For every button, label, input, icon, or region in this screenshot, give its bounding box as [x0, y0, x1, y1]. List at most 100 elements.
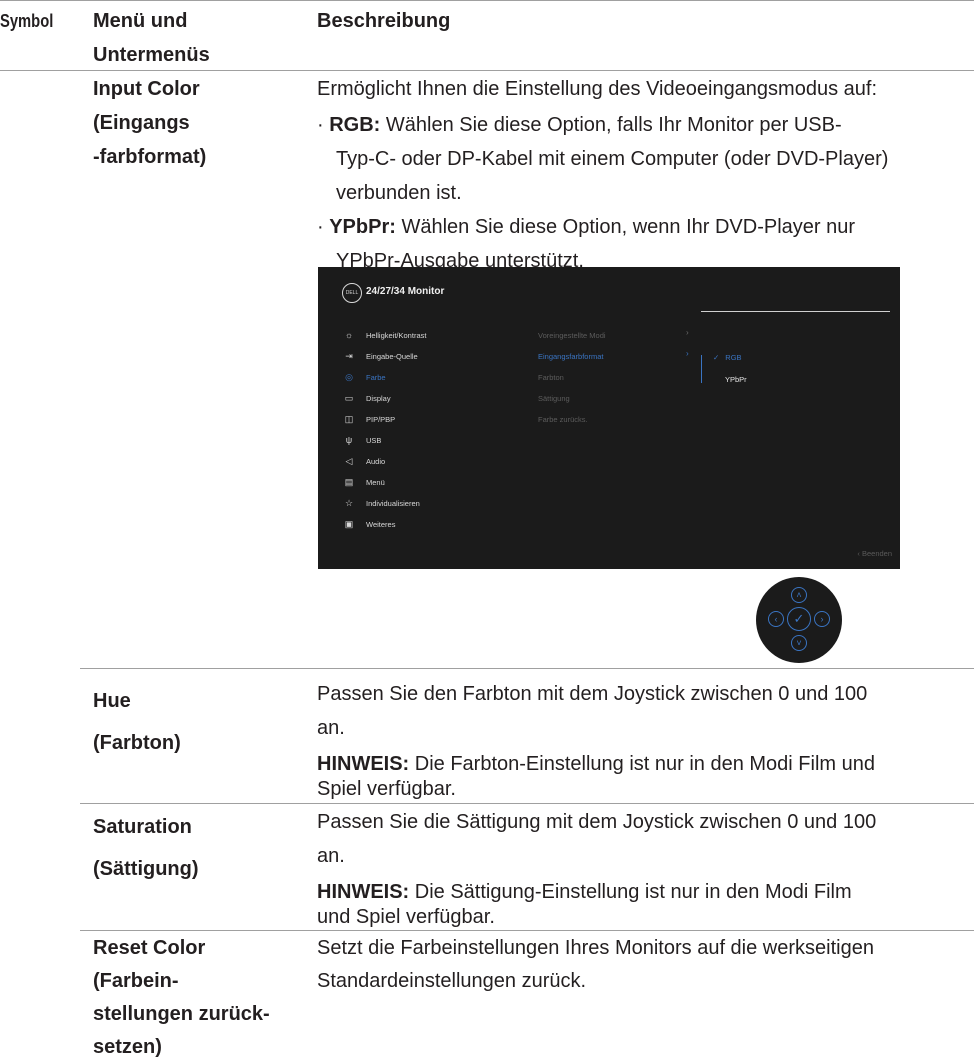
osd-item-label: PIP/PBP: [366, 414, 396, 424]
saturation-title: Saturation (Sättigung): [93, 806, 308, 890]
pip-icon: ◫: [344, 413, 354, 424]
bullet-rgb-label: RGB:: [329, 114, 381, 136]
osd-title: 24/27/34 Monitor: [366, 286, 445, 297]
osd-sub-saturation[interactable]: Sättigung: [538, 388, 570, 408]
osd-item-menu[interactable]: ▤ Menü: [342, 472, 385, 492]
reset-color-desc-line2: Standardeinstellungen zurück.: [317, 970, 587, 992]
reset-color-desc-line1: Setzt die Farbeinstellungen Ihres Monito…: [317, 937, 874, 959]
osd-item-label: USB: [366, 435, 382, 445]
joystick-right-icon: ›: [814, 611, 830, 627]
hue-title: Hue (Farbton): [93, 680, 308, 764]
chevron-right-icon: ›: [686, 349, 689, 358]
osd-item-color[interactable]: ◎ Farbe: [342, 367, 386, 387]
joystick-illustration: ˄ ‹ ✓ › ˅: [756, 577, 842, 663]
hue-desc-line1: Passen Sie den Farbton mit dem Joystick …: [317, 683, 868, 705]
osd-selection-bar: [701, 355, 702, 383]
saturation-title-line1: Saturation: [93, 816, 192, 838]
header-menu-line2: Untermenüs: [93, 44, 210, 66]
row-divider: [80, 930, 974, 931]
bullet-ypbpr: · YPbPr: Wählen Sie diese Option, wenn I…: [317, 210, 967, 244]
osd-item-label: Weiteres: [366, 519, 396, 529]
osd-item-others[interactable]: ▣ Weiteres: [342, 514, 396, 534]
osd-item-label: Display: [366, 393, 391, 403]
bullet-ypbpr-line1: Wählen Sie diese Option, wenn Ihr DVD-Pl…: [395, 216, 856, 238]
bullet-dot: ·: [317, 216, 330, 238]
star-icon: ☆: [344, 497, 354, 508]
osd-item-label: Farbe: [366, 372, 386, 382]
reset-color-title-line3: stellungen zurück-: [93, 1003, 270, 1025]
hue-title-line2: (Farbton): [93, 732, 181, 754]
saturation-note-line1: Die Sättigung-Einstellung ist nur in den…: [409, 881, 852, 903]
osd-exit-label: Beenden: [861, 549, 892, 558]
bullet-rgb-line2: Typ-C- oder DP-Kabel mit einem Computer …: [336, 148, 889, 170]
menu-icon: ▤: [344, 476, 354, 487]
osd-option-label: RGB: [725, 352, 742, 362]
osd-sub-reset-color[interactable]: Farbe zurücks.: [538, 409, 588, 429]
header-symbol: Symbol: [0, 11, 54, 31]
input-color-title: Input Color (Eingangs -farbformat): [93, 72, 308, 174]
saturation-desc-line2: an.: [317, 845, 345, 867]
osd-item-pip[interactable]: ◫ PIP/PBP: [342, 409, 395, 429]
osd-item-label: Menü: [366, 477, 385, 487]
input-color-description: Ermöglicht Ihnen die Einstellung des Vid…: [317, 72, 967, 278]
reset-color-title-line4: setzen): [93, 1036, 162, 1058]
joystick-center-icon: ✓: [787, 607, 811, 631]
hue-note-label: HINWEIS:: [317, 753, 410, 775]
hue-title-line1: Hue: [93, 690, 131, 712]
osd-item-audio[interactable]: ◁ Audio: [342, 451, 386, 471]
reset-color-title: Reset Color (Farbein- stellungen zurück-…: [93, 932, 323, 1064]
usb-icon: ψ: [345, 435, 353, 445]
input-source-icon: ⇥: [345, 350, 353, 361]
osd-menu-screenshot: DELL 24/27/34 Monitor ☼ Helligkeit/Kontra…: [318, 267, 900, 569]
saturation-note-label: HINWEIS:: [317, 881, 410, 903]
reset-color-title-line2: (Farbein-: [93, 970, 179, 992]
hue-note-line2: Spiel verfügbar.: [317, 778, 456, 800]
header-bottom-border: [0, 70, 974, 71]
saturation-desc-line1: Passen Sie die Sättigung mit dem Joystic…: [317, 811, 877, 833]
info-icon: ▣: [344, 518, 354, 529]
hue-note-line1: Die Farbton-Einstellung ist nur in den M…: [409, 753, 875, 775]
bullet-rgb: · RGB: Wählen Sie diese Option, falls Ih…: [317, 108, 967, 142]
osd-item-display[interactable]: ▭ Display: [342, 388, 391, 408]
osd-sub-hue[interactable]: Farbton: [538, 367, 564, 387]
osd-option-ypbpr[interactable]: YPbPr: [725, 369, 747, 389]
speaker-icon: ◁: [345, 455, 353, 466]
bullet-ypbpr-label: YPbPr:: [329, 216, 396, 238]
input-color-title-line1: Input Color: [93, 78, 200, 100]
osd-item-personalize[interactable]: ☆ Individualisieren: [342, 493, 420, 513]
osd-item-input-source[interactable]: ⇥ Eingabe-Quelle: [342, 346, 418, 366]
osd-item-brightness[interactable]: ☼ Helligkeit/Kontrast: [342, 325, 427, 345]
row-divider: [80, 668, 974, 669]
osd-item-label: Individualisieren: [366, 498, 420, 508]
osd-sub-preset-modes[interactable]: Voreingestellte Modi: [538, 325, 606, 345]
header-menu-line1: Menü und: [93, 10, 188, 32]
chevron-right-icon: ›: [686, 328, 689, 337]
reset-color-title-line1: Reset Color: [93, 937, 206, 959]
saturation-description: Passen Sie die Sättigung mit dem Joystic…: [317, 805, 967, 929]
osd-item-label: Eingabe-Quelle: [366, 351, 418, 361]
row-divider: [80, 803, 974, 804]
osd-exit[interactable]: ‹ Beenden: [857, 549, 892, 558]
hue-desc-line2: an.: [317, 717, 345, 739]
sun-icon: ☼: [344, 330, 354, 340]
saturation-note: HINWEIS: Die Sättigung-Einstellung ist n…: [317, 879, 967, 905]
input-color-title-line2: (Eingangs: [93, 112, 190, 134]
header-menu: Menü und Untermenüs: [93, 4, 210, 72]
hue-note: HINWEIS: Die Farbton-Einstellung ist nur…: [317, 751, 967, 777]
osd-option-label: YPbPr: [725, 374, 747, 384]
monitor-icon: ▭: [344, 392, 354, 403]
bullet-rgb-line3: verbunden ist.: [336, 182, 462, 204]
saturation-title-line2: (Sättigung): [93, 858, 199, 880]
osd-option-rgb[interactable]: ✓ RGB: [713, 347, 742, 367]
osd-item-usb[interactable]: ψ USB: [342, 430, 382, 450]
osd-item-label: Helligkeit/Kontrast: [366, 330, 427, 340]
hue-description: Passen Sie den Farbton mit dem Joystick …: [317, 677, 967, 801]
input-color-intro: Ermöglicht Ihnen die Einstellung des Vid…: [317, 78, 877, 100]
checkmark-icon: ✓: [713, 352, 720, 362]
joystick-up-icon: ˄: [791, 587, 807, 603]
palette-icon: ◎: [345, 371, 353, 382]
saturation-note-line2: und Spiel verfügbar.: [317, 906, 495, 928]
table-top-border: [0, 0, 974, 1]
osd-sub-input-color-format[interactable]: Eingangsfarbformat: [538, 346, 603, 366]
joystick-down-icon: ˅: [791, 635, 807, 651]
